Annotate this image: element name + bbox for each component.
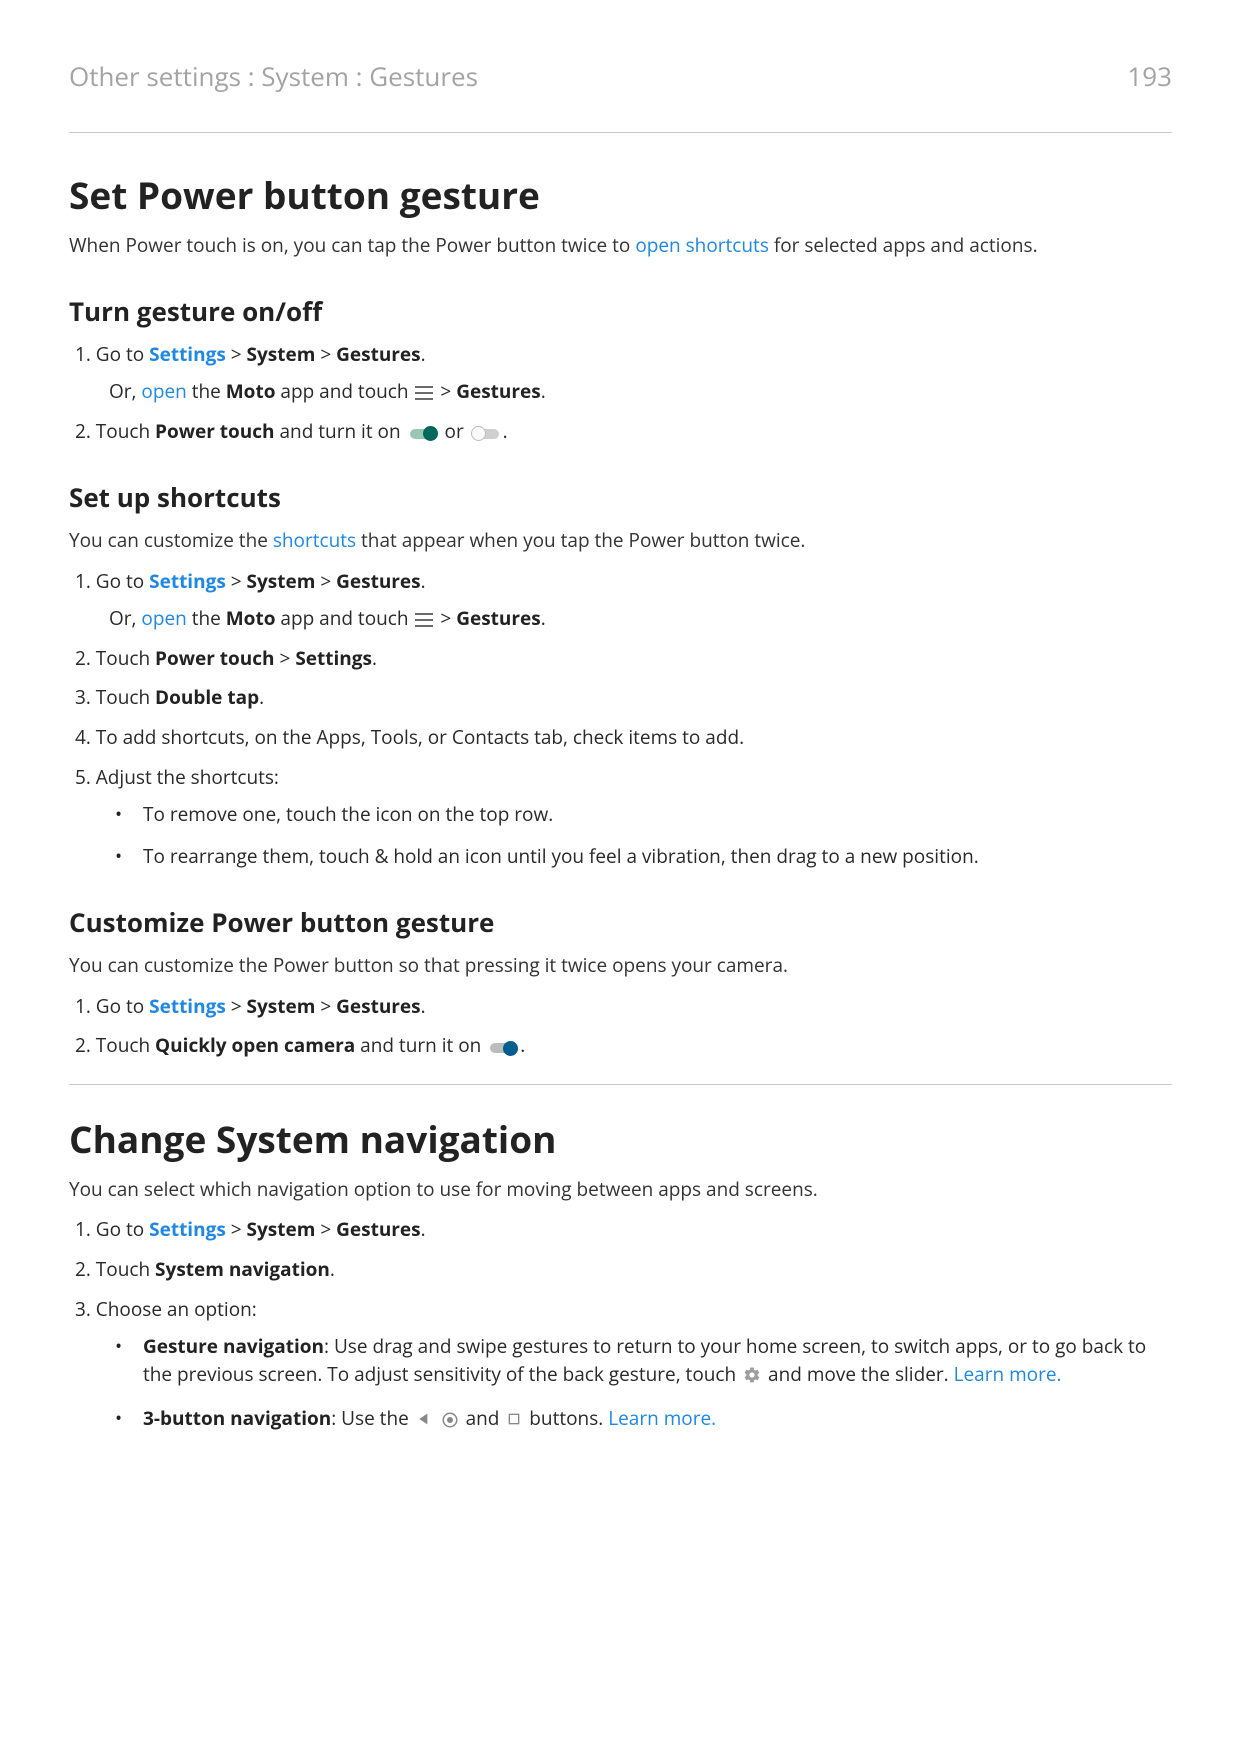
turn-step-1: Go to Settings > System > Gestures. Or, … (69, 341, 1172, 406)
customize-steps: Go to Settings > System > Gestures. Touc… (69, 993, 1172, 1060)
shortcut-step-4: To add shortcuts, on the Apps, Tools, or… (69, 724, 1172, 752)
menu-icon (415, 613, 433, 627)
home-icon (441, 1409, 459, 1437)
section-title-power: Set Power button gesture (69, 169, 1172, 220)
shortcut-step-5-bullets: To remove one, touch the icon on the top… (115, 801, 1172, 870)
bullet-rearrange: To rearrange them, touch & hold an icon … (115, 843, 1172, 871)
nav-steps: Go to Settings > System > Gestures. Touc… (69, 1216, 1172, 1436)
toggle-on-icon (488, 1040, 518, 1056)
subhead-turn: Turn gesture on/off (69, 293, 1172, 329)
shortcut-step-1: Go to Settings > System > Gestures. Or, … (69, 568, 1172, 633)
settings-link[interactable]: Settings (149, 341, 226, 367)
divider (69, 132, 1172, 133)
learn-more-link[interactable]: Learn more. (608, 1405, 716, 1431)
nav-step-1: Go to Settings > System > Gestures. (69, 1216, 1172, 1244)
toggle-off-icon (471, 426, 501, 442)
nav-step-2: Touch System navigation. (69, 1256, 1172, 1284)
menu-icon (415, 386, 433, 400)
intro-text: When Power touch is on, you can tap the … (69, 232, 1172, 259)
turn-step-1-alt: Or, open the Moto app and touch > Gestur… (109, 378, 1172, 406)
nav-options: Gesture navigation: Use drag and swipe g… (115, 1333, 1172, 1437)
settings-link[interactable]: Settings (149, 993, 226, 1019)
page-content: Other settings : System : Gestures 193 S… (0, 0, 1241, 1520)
customize-intro: You can customize the Power button so th… (69, 952, 1172, 979)
settings-link[interactable]: Settings (149, 568, 226, 594)
turn-steps: Go to Settings > System > Gestures. Or, … (69, 341, 1172, 446)
nav-intro: You can select which navigation option t… (69, 1176, 1172, 1203)
open-link[interactable]: open (141, 378, 186, 404)
recent-icon (506, 1407, 522, 1435)
shortcut-step-2: Touch Power touch > Settings. (69, 645, 1172, 673)
customize-step-1: Go to Settings > System > Gestures. (69, 993, 1172, 1021)
bullet-remove: To remove one, touch the icon on the top… (115, 801, 1172, 829)
shortcuts-link[interactable]: shortcuts (273, 527, 356, 553)
nav-option-gesture: Gesture navigation: Use drag and swipe g… (115, 1333, 1172, 1391)
learn-more-link[interactable]: Learn more. (954, 1361, 1062, 1387)
subhead-customize: Customize Power button gesture (69, 904, 1172, 940)
nav-option-3button: 3-button navigation: Use the and buttons… (115, 1405, 1172, 1437)
shortcut-step-3: Touch Double tap. (69, 684, 1172, 712)
divider (69, 1084, 1172, 1085)
page-number: 193 (1127, 58, 1172, 94)
open-shortcuts-link[interactable]: open shortcuts (635, 232, 769, 258)
gear-icon (743, 1364, 761, 1392)
nav-step-3: Choose an option: Gesture navigation: Us… (69, 1296, 1172, 1437)
shortcut-steps: Go to Settings > System > Gestures. Or, … (69, 568, 1172, 870)
toggle-on-icon (408, 426, 438, 442)
back-icon (416, 1407, 432, 1435)
section-title-nav: Change System navigation (69, 1113, 1172, 1164)
shortcut-step-1-alt: Or, open the Moto app and touch > Gestur… (109, 605, 1172, 633)
open-link[interactable]: open (141, 605, 186, 631)
customize-step-2: Touch Quickly open camera and turn it on… (69, 1032, 1172, 1060)
page-header: Other settings : System : Gestures 193 (69, 58, 1172, 94)
shortcut-step-5: Adjust the shortcuts: To remove one, tou… (69, 764, 1172, 871)
breadcrumb: Other settings : System : Gestures (69, 58, 478, 94)
turn-step-2: Touch Power touch and turn it on or . (69, 418, 1172, 446)
settings-link[interactable]: Settings (149, 1216, 226, 1242)
subhead-shortcuts: Set up shortcuts (69, 479, 1172, 515)
shortcuts-intro: You can customize the shortcuts that app… (69, 527, 1172, 554)
